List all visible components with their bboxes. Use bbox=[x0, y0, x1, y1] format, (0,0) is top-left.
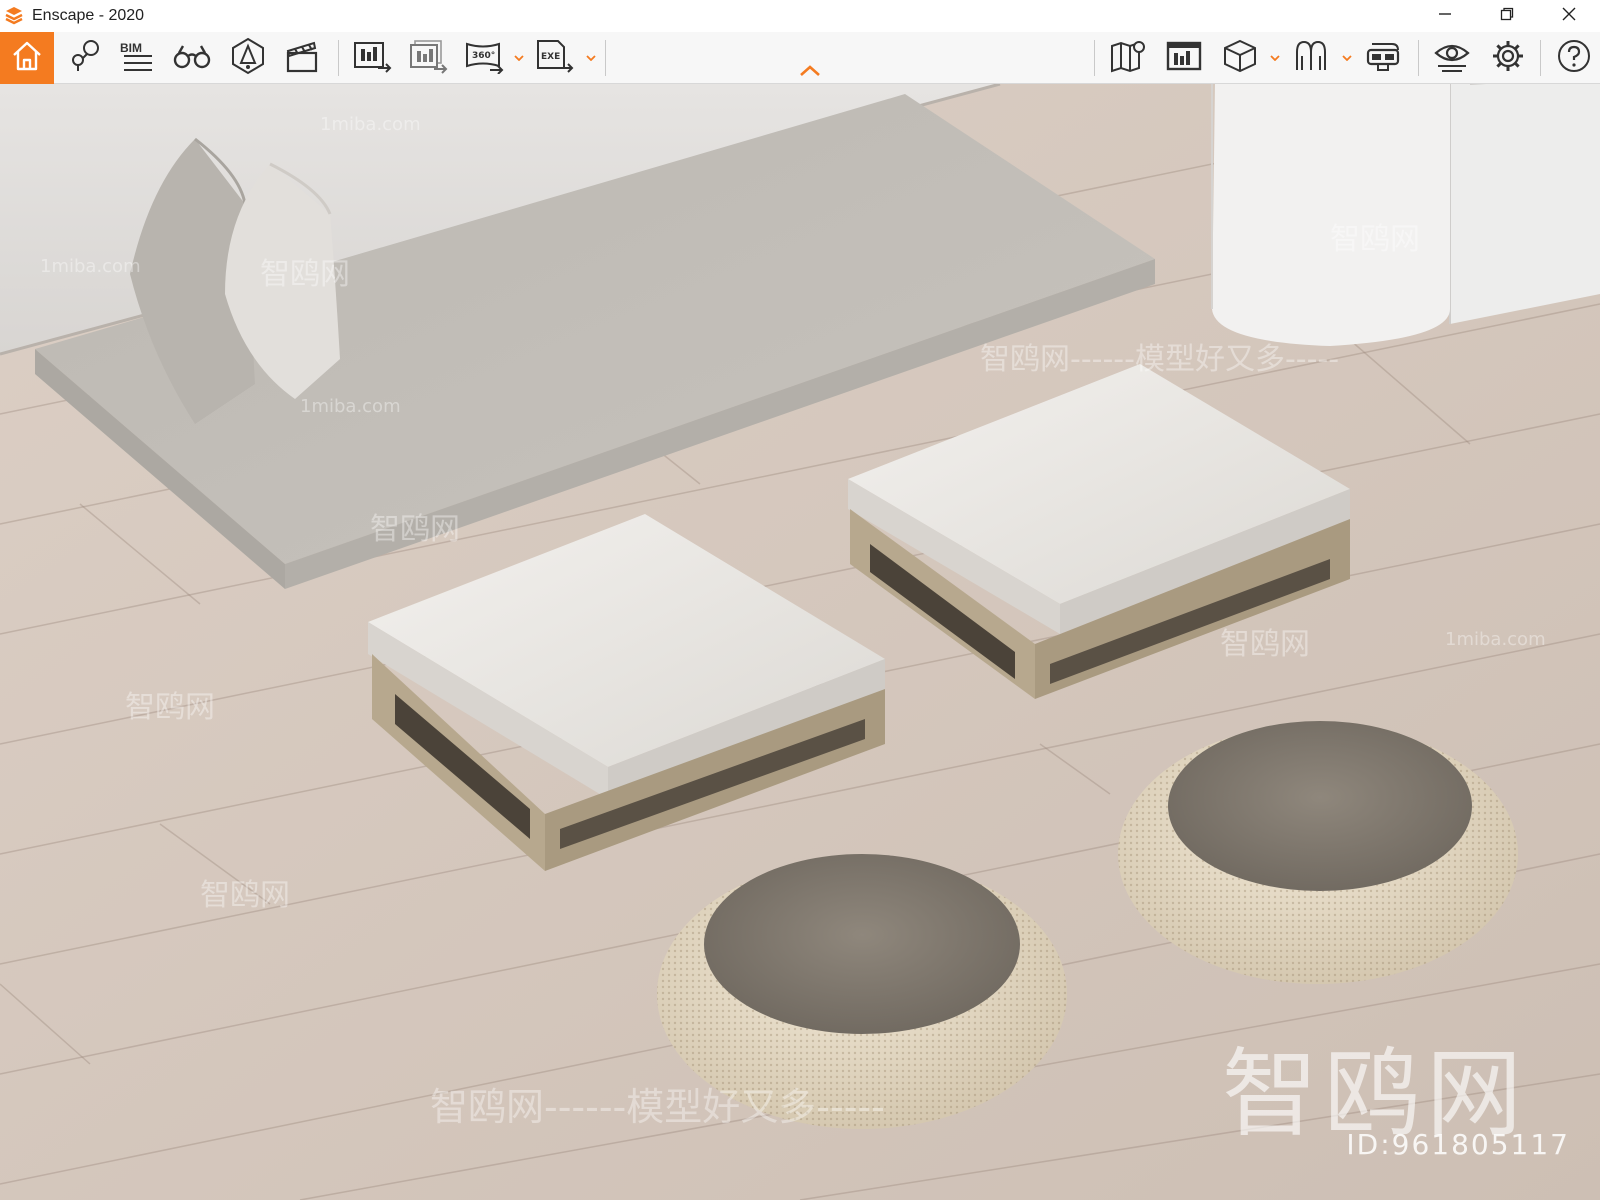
gear-icon bbox=[1490, 38, 1526, 79]
export-dropdown[interactable] bbox=[584, 50, 598, 64]
chevron-up-icon bbox=[799, 64, 821, 80]
export-exe-icon: EXE bbox=[534, 38, 574, 79]
export-exe-button[interactable]: EXE bbox=[532, 37, 576, 79]
home-icon bbox=[10, 39, 44, 78]
home-button[interactable] bbox=[0, 32, 54, 84]
video-editor-button[interactable] bbox=[280, 37, 324, 79]
window-title: Enscape - 2020 bbox=[32, 7, 145, 24]
settings-button[interactable] bbox=[1486, 37, 1530, 79]
title-bar: Enscape - 2020 bbox=[0, 0, 1600, 32]
watermark-site: 1miba.com bbox=[300, 396, 401, 417]
close-icon bbox=[1562, 7, 1576, 26]
render-export-icon bbox=[352, 38, 392, 79]
screenshot-button[interactable] bbox=[350, 37, 394, 79]
visual-settings-button[interactable] bbox=[1430, 37, 1474, 79]
restore-icon bbox=[1500, 7, 1514, 26]
watermark-banner-bottom: 智鸥网------模型好又多----- bbox=[430, 1085, 885, 1129]
panorama-360-icon: 360° bbox=[464, 38, 504, 79]
binoculars-button[interactable] bbox=[170, 37, 214, 79]
watermark-site: 1miba.com bbox=[320, 114, 421, 135]
material-editor-icon bbox=[1165, 39, 1203, 78]
views-pin-icon bbox=[66, 38, 102, 79]
watermark-id: ID:961805117 bbox=[1346, 1128, 1570, 1161]
binoculars-icon bbox=[173, 41, 211, 76]
collapse-toolbar-button[interactable] bbox=[796, 64, 824, 80]
minimize-button[interactable] bbox=[1414, 0, 1476, 32]
help-button[interactable] bbox=[1552, 37, 1596, 79]
chevron-down-icon bbox=[514, 48, 524, 66]
toolbar-separator bbox=[1094, 40, 1095, 76]
bim-label: BIM bbox=[120, 41, 142, 55]
cube-button[interactable] bbox=[1218, 37, 1262, 79]
minimize-icon bbox=[1438, 7, 1452, 26]
svg-text:EXE: EXE bbox=[541, 52, 560, 62]
toolbar-separator bbox=[605, 40, 606, 76]
toolbar-separator bbox=[1540, 40, 1541, 76]
chevron-down-icon bbox=[586, 48, 596, 66]
close-button[interactable] bbox=[1538, 0, 1600, 32]
light-view-button[interactable] bbox=[226, 37, 270, 79]
asset-library-icon bbox=[1293, 38, 1331, 79]
batch-render-icon bbox=[408, 38, 448, 79]
vr-headset-button[interactable] bbox=[1362, 37, 1406, 79]
watermark-site: 1miba.com bbox=[40, 256, 141, 277]
help-icon bbox=[1556, 38, 1592, 79]
watermark-brand: 智鸥网 bbox=[370, 512, 460, 547]
restore-button[interactable] bbox=[1476, 0, 1538, 32]
batch-render-button[interactable] bbox=[406, 37, 450, 79]
watermark-brand: 智鸥网 bbox=[260, 257, 350, 292]
watermark-brand: 智鸥网 bbox=[1220, 627, 1310, 662]
cube-dropdown[interactable] bbox=[1268, 50, 1282, 64]
watermark-site: 1miba.com bbox=[1445, 629, 1546, 650]
chevron-down-icon bbox=[1342, 48, 1352, 66]
asset-library-dropdown[interactable] bbox=[1340, 50, 1354, 64]
map-button[interactable] bbox=[1106, 37, 1150, 79]
watermark-brand: 智鸥网 bbox=[125, 690, 215, 725]
watermark-banner: 智鸥网------模型好又多----- bbox=[980, 342, 1340, 377]
vr-headset-icon bbox=[1364, 38, 1404, 79]
eye-icon bbox=[1433, 39, 1471, 78]
cube-icon bbox=[1222, 38, 1258, 79]
chevron-down-icon bbox=[1270, 48, 1280, 66]
enscape-logo-icon bbox=[4, 6, 24, 26]
toolbar-separator bbox=[1418, 40, 1419, 76]
panorama-button[interactable]: 360° bbox=[462, 37, 506, 79]
clapperboard-icon bbox=[284, 39, 320, 78]
toolbar-separator bbox=[338, 40, 339, 76]
watermark-brand: 智鸥网 bbox=[200, 878, 290, 913]
panorama-dropdown[interactable] bbox=[512, 50, 526, 64]
light-view-icon bbox=[229, 37, 267, 80]
svg-text:360°: 360° bbox=[472, 51, 495, 61]
asset-library-button[interactable] bbox=[1290, 37, 1334, 79]
watermark-brand: 智鸥网 bbox=[1330, 222, 1420, 257]
map-icon bbox=[1109, 38, 1147, 79]
views-button[interactable] bbox=[62, 37, 106, 79]
material-editor-button[interactable] bbox=[1162, 37, 1206, 79]
